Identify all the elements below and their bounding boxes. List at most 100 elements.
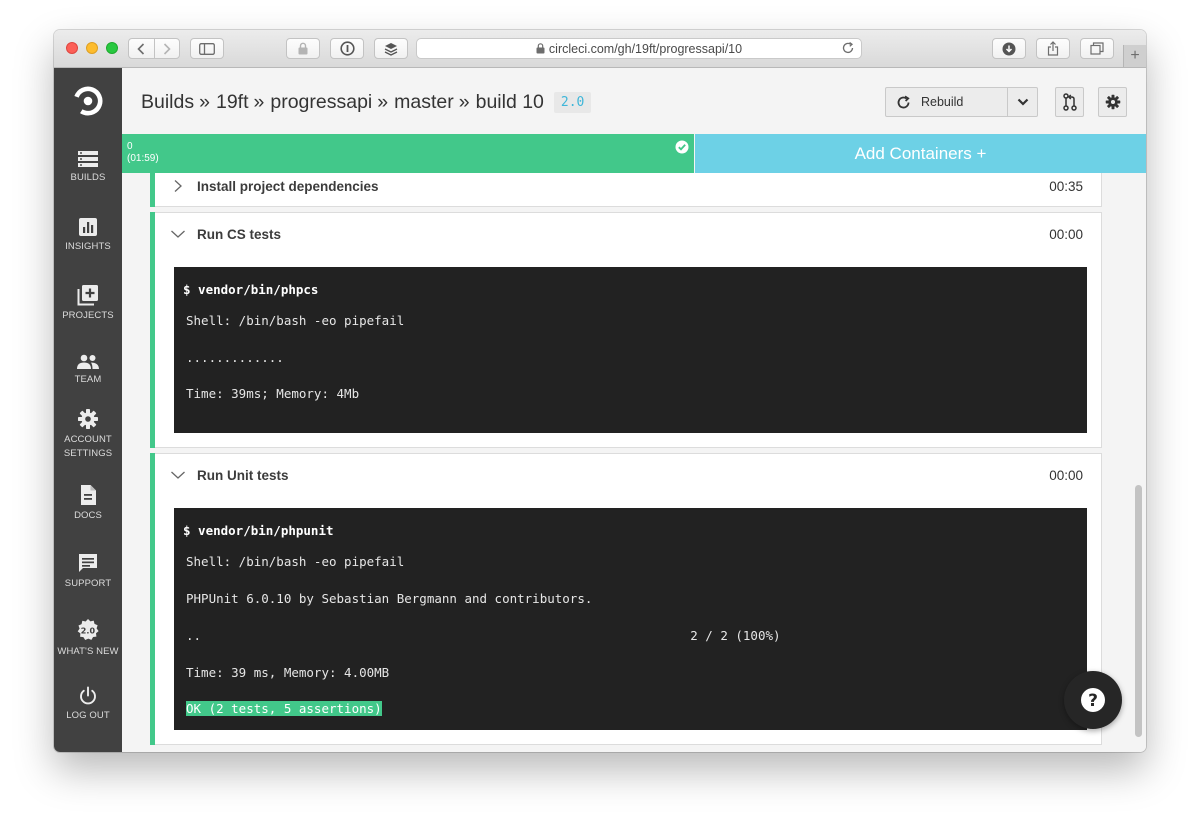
share-icon	[1047, 41, 1059, 56]
step-header[interactable]: Run Unit tests 00:00	[170, 454, 1083, 496]
docs-icon	[81, 485, 96, 505]
minimize-window-button[interactable]	[86, 42, 98, 54]
success-check-icon	[675, 140, 689, 154]
breadcrumb-branch[interactable]: master	[394, 91, 454, 114]
scrollbar[interactable]	[1134, 173, 1142, 752]
step-duration: 00:00	[1049, 226, 1083, 242]
breadcrumb-org[interactable]: 19ft	[216, 91, 249, 114]
terminal-command: $ vendor/bin/phpcs	[183, 282, 319, 297]
tabs-overview-button[interactable]	[1080, 38, 1114, 59]
step-duration: 00:35	[1049, 178, 1083, 194]
layers-extension-button[interactable]	[374, 38, 408, 59]
power-icon	[80, 686, 96, 705]
close-window-button[interactable]	[66, 42, 78, 54]
share-button[interactable]	[1036, 38, 1070, 59]
step-install-dependencies: Install project dependencies 00:35	[150, 173, 1102, 207]
breadcrumb-separator: »	[199, 91, 210, 113]
step-header[interactable]: Run CS tests 00:00	[170, 213, 1083, 255]
vcs-link-button[interactable]	[1055, 87, 1084, 117]
url-text: circleci.com/gh/19ft/progressapi/10	[548, 41, 743, 56]
main-content: Builds » 19ft » progressapi » master » b…	[122, 68, 1146, 752]
svg-text:?: ?	[1088, 691, 1098, 711]
help-icon: ?	[1081, 688, 1105, 712]
zoom-window-button[interactable]	[106, 42, 118, 54]
step-status-accent	[150, 453, 155, 745]
breadcrumb-project[interactable]: progressapi	[270, 91, 372, 114]
sidebar-item-team[interactable]: TEAM	[54, 354, 122, 387]
download-icon	[1002, 42, 1016, 55]
info-circle-icon	[339, 41, 355, 56]
insights-icon	[79, 218, 97, 236]
privacy-button[interactable]	[286, 38, 320, 59]
sidebar-item-label: INSIGHTS	[65, 241, 111, 252]
terminal-output: $ vendor/bin/phpunit Shell: /bin/bash -e…	[174, 508, 1087, 730]
sidebar-item-builds[interactable]: BUILDS	[54, 150, 122, 185]
version-badge: 2.0	[553, 92, 592, 113]
circleci-logo[interactable]	[73, 86, 103, 116]
container-0-tab[interactable]: 0 (01:59)	[122, 134, 694, 173]
chevron-down-icon	[170, 467, 186, 483]
rebuild-button[interactable]: Rebuild	[885, 87, 1008, 117]
gear-icon	[1105, 94, 1120, 110]
address-bar[interactable]: circleci.com/gh/19ft/progressapi/10	[416, 38, 862, 59]
breadcrumb-separator: »	[377, 91, 389, 113]
breadcrumb-separator: »	[253, 91, 265, 113]
back-button[interactable]	[129, 39, 155, 58]
sidebar-item-account-settings[interactable]: ACCOUNT SETTINGS	[54, 408, 122, 461]
secure-lock-icon	[536, 43, 545, 54]
sidebar-toggle-button[interactable]	[190, 38, 224, 59]
sidebar-item-whats-new[interactable]: 2.0 WHAT'S NEW	[54, 618, 122, 659]
plus-icon: +	[1130, 47, 1140, 64]
terminal-line: PHPUnit 6.0.10 by Sebastian Bergmann and…	[186, 591, 593, 606]
password-button[interactable]	[330, 38, 364, 59]
scrollbar-thumb[interactable]	[1135, 485, 1142, 737]
sidebar-item-docs[interactable]: DOCS	[54, 484, 122, 523]
project-settings-button[interactable]	[1098, 87, 1127, 117]
chevron-down-icon	[1017, 98, 1028, 106]
sidebar-item-insights[interactable]: INSIGHTS	[54, 217, 122, 254]
breadcrumb-builds[interactable]: Builds	[141, 91, 194, 114]
container-time: (01:59)	[127, 153, 159, 164]
forward-button[interactable]	[155, 39, 180, 58]
add-containers-label: Add Containers +	[854, 143, 987, 163]
gear-icon	[78, 409, 98, 429]
downloads-button[interactable]	[992, 38, 1026, 59]
app-sidebar: BUILDS INSIGHTS PROJECTS TEAM ACCOUNT SE…	[54, 68, 122, 752]
test-result-ok: OK (2 tests, 5 assertions)	[186, 701, 382, 716]
chevron-down-icon	[170, 226, 186, 242]
sidebar-item-log-out[interactable]: LOG OUT	[54, 686, 122, 723]
step-duration: 00:00	[1049, 467, 1083, 483]
sidebar-item-label: PROJECTS	[62, 310, 114, 321]
sidebar-item-label: SUPPORT	[64, 578, 112, 589]
terminal-output: $ vendor/bin/phpcs Shell: /bin/bash -eo …	[174, 267, 1087, 433]
reload-icon[interactable]	[841, 41, 855, 55]
step-title: Run CS tests	[197, 226, 282, 242]
breadcrumb-build: build 10	[475, 91, 544, 113]
add-containers-button[interactable]: Add Containers +	[695, 134, 1146, 173]
lock-icon	[298, 42, 308, 55]
projects-icon	[77, 285, 98, 306]
terminal-line: Time: 39 ms, Memory: 4.00MB	[186, 665, 390, 680]
sidebar-item-label: DOCS	[74, 510, 102, 521]
terminal-line: .............	[186, 350, 284, 365]
step-run-cs-tests: Run CS tests 00:00 $ vendor/bin/phpcs Sh…	[150, 212, 1102, 448]
build-steps: Install project dependencies 00:35 Run C…	[122, 173, 1146, 752]
chevron-left-icon	[137, 42, 145, 55]
terminal-line: Shell: /bin/bash -eo pipefail	[186, 313, 405, 328]
new-tab-button[interactable]: +	[1123, 45, 1146, 67]
step-header[interactable]: Install project dependencies 00:35	[170, 173, 1083, 207]
terminal-progress-line: .. 2 / 2 (100%)	[186, 628, 781, 643]
help-button[interactable]: ?	[1064, 671, 1122, 729]
terminal-line: Shell: /bin/bash -eo pipefail	[186, 554, 405, 569]
team-icon	[77, 354, 99, 369]
step-status-accent	[150, 212, 155, 448]
sidebar-item-label: TEAM	[74, 374, 102, 385]
badge-2-0-icon: 2.0	[77, 619, 99, 640]
sidebar-item-support[interactable]: SUPPORT	[54, 552, 122, 591]
step-title: Install project dependencies	[197, 178, 379, 194]
rebuild-options-dropdown[interactable]	[1008, 87, 1038, 117]
sidebar-icon	[199, 42, 215, 55]
step-status-accent	[150, 173, 155, 207]
sidebar-item-label: ACCOUNT	[64, 434, 112, 445]
sidebar-item-projects[interactable]: PROJECTS	[54, 284, 122, 323]
